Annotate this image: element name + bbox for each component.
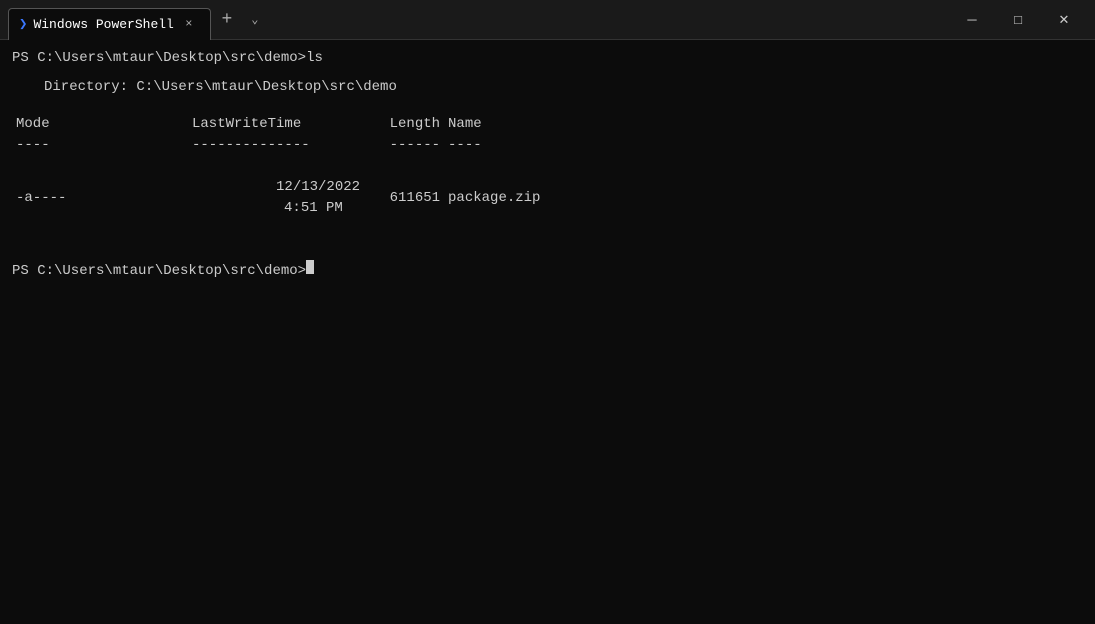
new-tab-button[interactable]: + <box>211 4 243 36</box>
col-header-lwt: LastWriteTime <box>92 114 364 135</box>
sep-mode: ---- <box>12 135 92 156</box>
close-button[interactable]: ✕ <box>1041 0 1087 40</box>
tab-close-button[interactable]: × <box>180 15 198 33</box>
command-line-1: PS C:\Users\mtaur\Desktop\src\demo> ls <box>12 48 1083 69</box>
window-controls: ─ □ ✕ <box>949 0 1087 40</box>
titlebar: ❯ Windows PowerShell × + ⌄ ─ □ ✕ <box>0 0 1095 40</box>
prompt-1: PS C:\Users\mtaur\Desktop\src\demo> <box>12 48 306 69</box>
directory-header-line: Directory: C:\Users\mtaur\Desktop\src\de… <box>12 77 1083 98</box>
minimize-button[interactable]: ─ <box>949 0 995 40</box>
col-header-len: Length <box>364 114 444 135</box>
terminal-content[interactable]: PS C:\Users\mtaur\Desktop\src\demo> ls D… <box>0 40 1095 624</box>
command-line-2: PS C:\Users\mtaur\Desktop\src\demo> <box>12 260 1083 282</box>
table-row: -a---- 12/13/2022 4:51 PM 611651 package… <box>12 156 544 240</box>
table-header-row: Mode LastWriteTime Length Name <box>12 114 544 135</box>
powershell-tab[interactable]: ❯ Windows PowerShell × <box>8 8 211 40</box>
file-mode: -a---- <box>12 156 92 240</box>
dir-path: C:\Users\mtaur\Desktop\src\demo <box>136 79 396 95</box>
sep-name: ---- <box>444 135 544 156</box>
tab-area: ❯ Windows PowerShell × + ⌄ <box>8 0 949 39</box>
powershell-icon: ❯ <box>19 16 27 33</box>
prompt-2: PS C:\Users\mtaur\Desktop\src\demo> <box>12 261 306 282</box>
col-header-mode: Mode <box>12 114 92 135</box>
dir-label: Directory: <box>44 79 128 95</box>
table-separator-row: ---- -------------- ------ ---- <box>12 135 544 156</box>
file-listing-table: Mode LastWriteTime Length Name ---- ----… <box>12 114 544 240</box>
tab-label: Windows PowerShell <box>33 17 173 32</box>
file-date: 12/13/2022 4:51 PM <box>92 156 364 240</box>
command-ls: ls <box>306 48 323 69</box>
cursor <box>306 260 314 274</box>
maximize-button[interactable]: □ <box>995 0 1041 40</box>
tab-dropdown-button[interactable]: ⌄ <box>243 8 267 32</box>
sep-lwt: -------------- <box>92 135 364 156</box>
sep-len: ------ <box>364 135 444 156</box>
file-size: 611651 <box>364 156 444 240</box>
file-name: package.zip <box>444 156 544 240</box>
col-header-name: Name <box>444 114 544 135</box>
